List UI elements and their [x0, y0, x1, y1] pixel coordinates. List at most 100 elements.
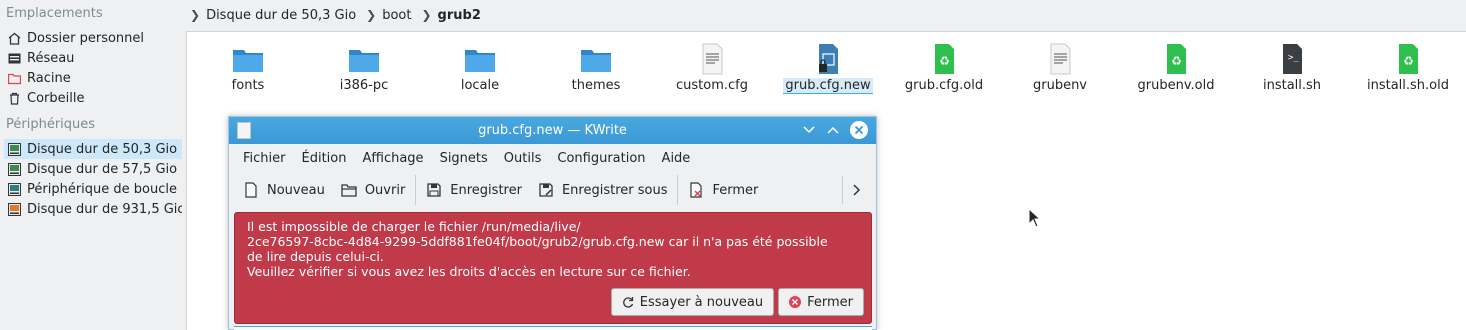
- menu-bookmarks[interactable]: Signets: [432, 151, 496, 166]
- sidebar-item-label: Disque dur de 931,5 Gio: [27, 201, 182, 217]
- new-button[interactable]: Nouveau: [235, 176, 333, 204]
- menu-file[interactable]: Fichier: [235, 151, 294, 166]
- sidebar-item-label: Disque dur de 57,5 Gio: [27, 161, 178, 177]
- sidebar-item-disk-57[interactable]: Disque dur de 57,5 Gio: [4, 159, 182, 179]
- file-item-grubenv[interactable]: grubenv: [1002, 42, 1118, 93]
- toolbar-separator: [677, 175, 679, 205]
- menu-help[interactable]: Aide: [654, 151, 699, 166]
- sidebar-item-network[interactable]: Réseau: [4, 48, 182, 68]
- open-label: Ouvrir: [364, 182, 406, 198]
- sidebar-item-root[interactable]: Racine: [4, 68, 182, 88]
- sidebar-item-home[interactable]: Dossier personnel: [4, 28, 182, 48]
- retry-button[interactable]: Essayer à nouveau: [610, 288, 775, 316]
- folder-icon: [233, 50, 263, 72]
- breadcrumb-item-grub2[interactable]: grub2: [438, 8, 481, 23]
- error-text-line: Il est impossible de charger le fichier …: [247, 219, 581, 234]
- locked-file-icon: [819, 44, 838, 74]
- menu-view[interactable]: Affichage: [354, 151, 431, 166]
- file-name: grubenv: [1032, 78, 1088, 93]
- open-folder-icon: [341, 184, 357, 197]
- sidebar-item-trash[interactable]: Corbeille: [4, 88, 182, 108]
- sidebar-item-label: Dossier personnel: [27, 30, 145, 46]
- chevron-right-icon: ❯: [421, 8, 432, 22]
- loop-device-icon: [8, 182, 21, 196]
- text-file-icon: [702, 43, 723, 75]
- script-file-icon: >_: [1283, 44, 1302, 74]
- close-window-button[interactable]: [850, 121, 868, 139]
- svg-text:♻: ♻: [939, 54, 950, 68]
- folder-icon: [465, 50, 495, 72]
- menubar: Fichier Édition Affichage Signets Outils…: [229, 144, 876, 172]
- save-icon: [427, 183, 441, 197]
- file-item-install-sh-old[interactable]: ♻ install.sh.old: [1350, 42, 1466, 93]
- refresh-icon: [622, 296, 634, 308]
- svg-text:♻: ♻: [1403, 54, 1414, 68]
- file-item-grub-cfg-new[interactable]: grub.cfg.new: [770, 42, 886, 94]
- file-item-grubenv-old[interactable]: ♻ grubenv.old: [1118, 42, 1234, 93]
- file-name: themes: [571, 78, 621, 93]
- home-icon: [8, 32, 21, 45]
- breadcrumb-item-boot[interactable]: boot: [382, 8, 411, 23]
- editor-area[interactable]: [234, 326, 872, 330]
- breadcrumb-item-disk[interactable]: Disque dur de 50,3 Gio: [206, 8, 356, 23]
- file-item-fonts[interactable]: fonts: [190, 42, 306, 93]
- sidebar-item-label: Racine: [27, 70, 71, 86]
- sidebar-item-disk-50[interactable]: Disque dur de 50,3 Gio: [4, 139, 182, 159]
- file-item-custom-cfg[interactable]: custom.cfg: [654, 42, 770, 93]
- file-item-themes[interactable]: themes: [538, 42, 654, 93]
- sidebar-item-loop-device[interactable]: Périphérique de boucle: [4, 179, 182, 199]
- root-folder-icon: [8, 72, 21, 85]
- file-name: install.sh.old: [1366, 78, 1449, 93]
- toolbar-overflow-button[interactable]: [842, 176, 870, 204]
- file-item-locale[interactable]: locale: [422, 42, 538, 93]
- breadcrumb: ❯ Disque dur de 50,3 Gio ❯ boot ❯ grub2: [186, 0, 1466, 30]
- close-error-label: Fermer: [807, 294, 853, 310]
- file-item-install-sh[interactable]: >_ install.sh: [1234, 42, 1350, 93]
- places-panel: Emplacements Dossier personnel Réseau Ra…: [0, 0, 186, 330]
- hard-drive-icon: [8, 142, 21, 156]
- sidebar-item-label: Corbeille: [27, 90, 85, 106]
- hard-drive-icon: [8, 202, 21, 216]
- places-section-title: Emplacements: [6, 6, 103, 21]
- chevron-right-icon: [852, 184, 860, 196]
- file-name: custom.cfg: [676, 78, 748, 93]
- main-toolbar: Nouveau Ouvrir Enregistrer Enregistrer s…: [229, 172, 876, 208]
- menu-tools[interactable]: Outils: [496, 151, 550, 166]
- file-name: i386-pc: [339, 78, 389, 93]
- save-label: Enregistrer: [450, 182, 522, 198]
- minimize-button[interactable]: [800, 121, 818, 139]
- maximize-button[interactable]: [824, 121, 842, 139]
- close-circle-icon: [789, 296, 802, 308]
- chevron-up-icon: [827, 126, 839, 134]
- save-as-button[interactable]: Enregistrer sous: [530, 176, 676, 204]
- backup-file-icon: ♻: [1399, 44, 1418, 74]
- trash-icon: [8, 92, 21, 105]
- menu-settings[interactable]: Configuration: [549, 151, 653, 166]
- save-button[interactable]: Enregistrer: [418, 176, 530, 204]
- error-message-box: Il est impossible de charger le fichier …: [234, 212, 872, 324]
- open-button[interactable]: Ouvrir: [333, 176, 413, 204]
- file-item-grub-cfg-old[interactable]: ♻ grub.cfg.old: [886, 42, 1002, 93]
- backup-file-icon: ♻: [935, 44, 954, 74]
- close-document-button[interactable]: Fermer: [680, 176, 766, 204]
- close-error-button[interactable]: Fermer: [778, 288, 864, 316]
- file-name: locale: [460, 78, 500, 93]
- sidebar-item-disk-931[interactable]: Disque dur de 931,5 Gio: [4, 199, 182, 219]
- sidebar-item-label: Disque dur de 50,3 Gio: [27, 141, 178, 157]
- file-name: fonts: [231, 78, 265, 93]
- chevron-down-icon: [803, 126, 815, 134]
- chevron-right-icon: ❯: [366, 8, 377, 22]
- save-as-icon: [539, 183, 553, 197]
- error-text-line: Veuillez vérifier si vous avez les droit…: [247, 264, 691, 279]
- hard-drive-icon: [8, 162, 21, 176]
- kwrite-app-icon: [237, 122, 251, 139]
- devices-section-title: Périphériques: [6, 117, 96, 132]
- window-titlebar[interactable]: grub.cfg.new — KWrite: [229, 117, 876, 144]
- close-document-label: Fermer: [712, 182, 759, 198]
- file-item-i386-pc[interactable]: i386-pc: [306, 42, 422, 93]
- new-document-icon: [245, 182, 257, 198]
- kwrite-window: grub.cfg.new — KWrite Fichier Édition Af…: [228, 116, 877, 330]
- svg-text:>_: >_: [1288, 53, 1299, 63]
- menu-edit[interactable]: Édition: [294, 151, 355, 166]
- error-text-line: 2ce76597-8cbc-4d84-9299-5ddf881fe04f/boo…: [247, 234, 828, 249]
